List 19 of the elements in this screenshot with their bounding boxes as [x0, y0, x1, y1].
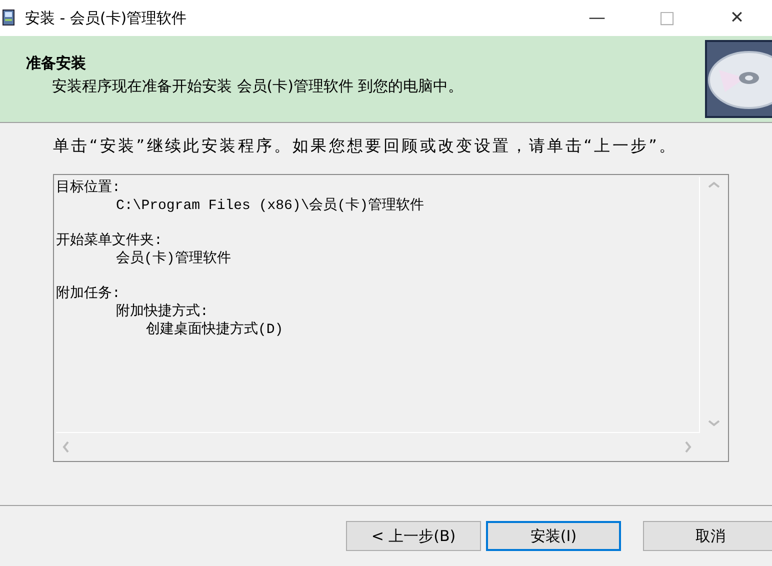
memo-line: 会员(卡)管理软件	[115, 250, 232, 268]
memo-line: 开始菜单文件夹:	[56, 232, 164, 250]
scroll-up-icon[interactable]	[708, 181, 720, 189]
page-title: 准备安装	[26, 54, 87, 73]
dialog-button[interactable]: 取消	[643, 521, 772, 551]
dialog-button[interactable]: < 上一步(B)	[346, 521, 481, 551]
memo-line: C:\Program Files (x86)\会员(卡)管理软件	[115, 197, 426, 215]
page-subtitle: 安装程序现在准备开始安装 会员(卡)管理软件 到您的电脑中。	[51, 77, 464, 96]
instruction-text: 单击“安装”继续此安装程序。如果您想要回顾或改变设置，请单击“上一步”。	[53, 137, 678, 154]
window-title: 安装 - 会员(卡)管理软件	[25, 8, 187, 28]
memo-line: 目标位置:	[56, 179, 122, 197]
scroll-right-icon[interactable]	[684, 441, 692, 453]
memo-line: 创建桌面快捷方式(D)	[145, 321, 284, 339]
memo-line: 附加快捷方式:	[115, 303, 210, 321]
dialog-button[interactable]: 安装(I)	[486, 521, 621, 551]
scroll-left-icon[interactable]	[62, 441, 70, 453]
installer-icon	[1, 8, 17, 28]
scroll-down-icon[interactable]	[708, 419, 720, 427]
memo-line: 附加任务:	[56, 285, 122, 303]
